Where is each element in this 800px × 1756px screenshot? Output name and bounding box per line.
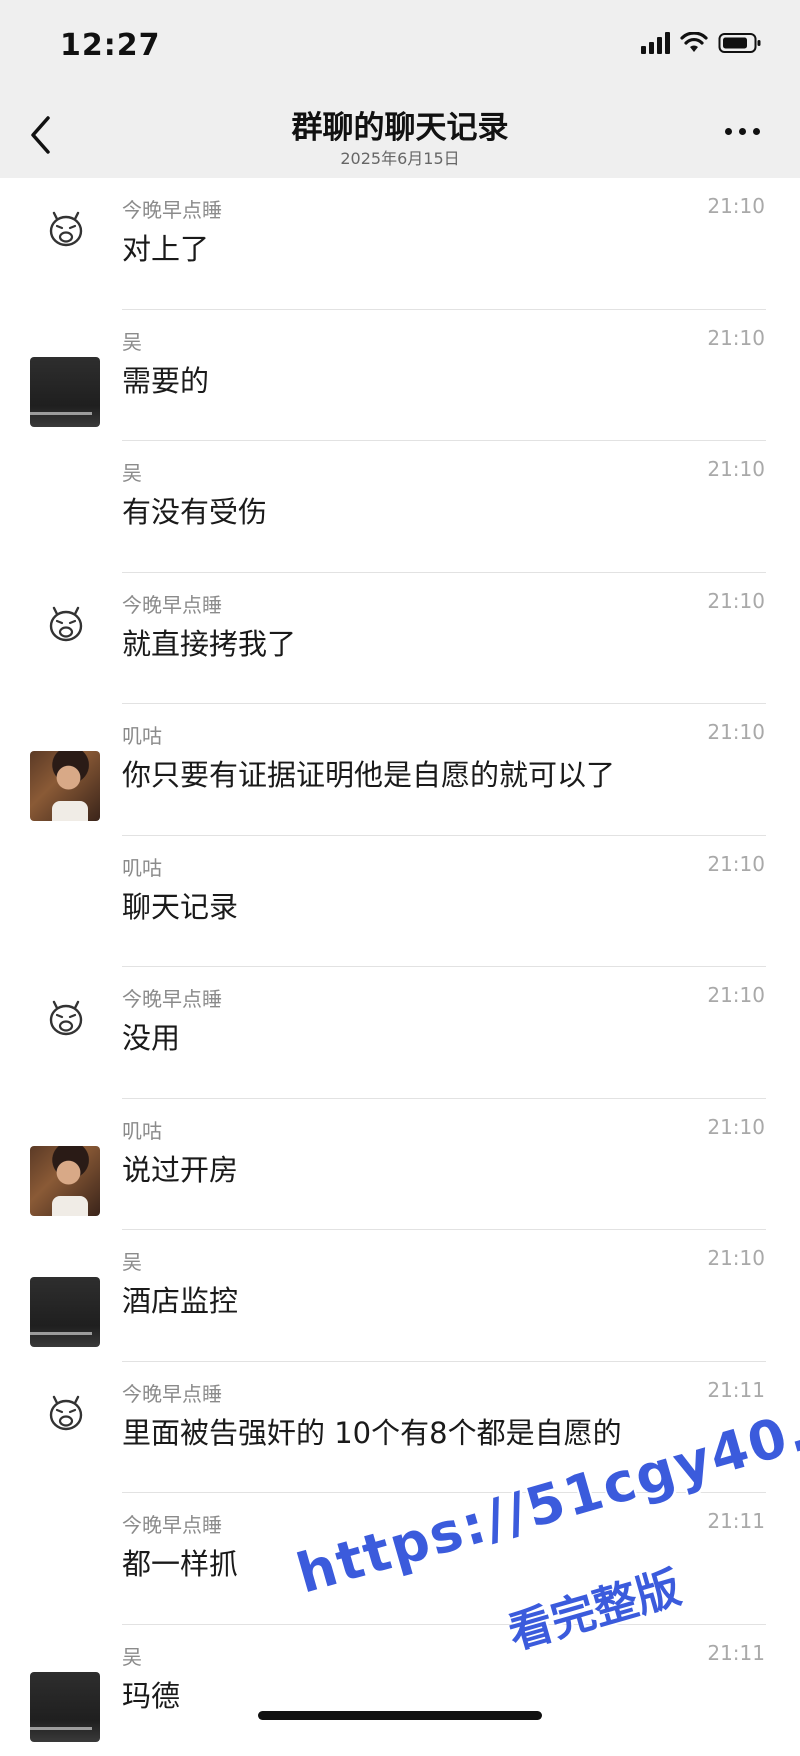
message-text: 需要的 bbox=[122, 358, 209, 400]
sender-name: 今晚早点睡 bbox=[122, 1378, 222, 1407]
message-text: 里面被告强奸的 10个有8个都是自愿的 bbox=[122, 1410, 622, 1452]
message-time: 21:11 bbox=[707, 1378, 765, 1402]
message-row[interactable]: 今晚早点睡 21:10 就直接拷我了 bbox=[0, 573, 800, 705]
message-text: 你只要有证据证明他是自愿的就可以了 bbox=[122, 752, 615, 794]
message-time: 21:11 bbox=[707, 1509, 765, 1533]
top-bar: 12:27 群聊的聊天记录 2025年6月15日 bbox=[0, 0, 800, 178]
mascot-avatar-icon[interactable] bbox=[42, 1388, 90, 1436]
message-text: 就直接拷我了 bbox=[122, 621, 296, 663]
message-row[interactable]: 叽咕 21:10 说过开房 bbox=[0, 1099, 800, 1231]
page-title: 群聊的聊天记录 bbox=[0, 102, 800, 147]
message-text: 聊天记录 bbox=[122, 884, 238, 926]
message-text: 酒店监控 bbox=[122, 1278, 238, 1320]
sender-name: 吴 bbox=[122, 326, 142, 355]
more-button[interactable] bbox=[725, 128, 760, 135]
message-text: 没用 bbox=[122, 1015, 180, 1057]
sender-name: 今晚早点睡 bbox=[122, 1509, 222, 1538]
status-icons bbox=[641, 32, 762, 54]
avatar[interactable] bbox=[30, 1277, 100, 1347]
signal-icon bbox=[641, 32, 670, 54]
message-row[interactable]: 吴 21:11 玛德 bbox=[0, 1625, 800, 1756]
message-row[interactable]: 吴 21:10 有没有受伤 bbox=[0, 441, 800, 573]
sender-name: 吴 bbox=[122, 1641, 142, 1670]
sender-name: 吴 bbox=[122, 457, 142, 486]
home-indicator bbox=[258, 1711, 542, 1720]
avatar[interactable] bbox=[30, 357, 100, 427]
sender-name: 今晚早点睡 bbox=[122, 589, 222, 618]
message-text: 有没有受伤 bbox=[122, 489, 267, 531]
message-time: 21:10 bbox=[707, 457, 765, 481]
wifi-icon bbox=[680, 32, 708, 54]
battery-icon bbox=[718, 32, 762, 54]
status-time: 12:27 bbox=[60, 28, 161, 63]
message-row[interactable]: 吴 21:10 需要的 bbox=[0, 310, 800, 442]
message-row[interactable]: 今晚早点睡 21:10 没用 bbox=[0, 967, 800, 1099]
sender-name: 吴 bbox=[122, 1246, 142, 1275]
message-row[interactable]: 叽咕 21:10 你只要有证据证明他是自愿的就可以了 bbox=[0, 704, 800, 836]
message-text: 玛德 bbox=[122, 1673, 180, 1715]
sender-name: 今晚早点睡 bbox=[122, 983, 222, 1012]
avatar[interactable] bbox=[30, 1672, 100, 1742]
avatar[interactable] bbox=[30, 751, 100, 821]
message-time: 21:10 bbox=[707, 1246, 765, 1270]
message-time: 21:11 bbox=[707, 1641, 765, 1665]
message-row[interactable]: 吴 21:10 酒店监控 bbox=[0, 1230, 800, 1362]
page-subtitle: 2025年6月15日 bbox=[0, 145, 800, 169]
avatar[interactable] bbox=[30, 1146, 100, 1216]
mascot-avatar-icon[interactable] bbox=[42, 599, 90, 647]
message-row[interactable]: 叽咕 21:10 聊天记录 bbox=[0, 836, 800, 968]
message-text: 说过开房 bbox=[122, 1147, 238, 1189]
message-time: 21:10 bbox=[707, 1115, 765, 1139]
message-time: 21:10 bbox=[707, 852, 765, 876]
message-time: 21:10 bbox=[707, 983, 765, 1007]
mascot-avatar-icon[interactable] bbox=[42, 993, 90, 1041]
message-text: 对上了 bbox=[122, 226, 209, 268]
message-row[interactable]: 今晚早点睡 21:10 对上了 bbox=[0, 178, 800, 310]
sender-name: 叽咕 bbox=[122, 720, 162, 749]
message-text: 都一样抓 bbox=[122, 1541, 238, 1583]
message-time: 21:10 bbox=[707, 326, 765, 350]
more-icon bbox=[725, 128, 732, 135]
message-time: 21:10 bbox=[707, 589, 765, 613]
sender-name: 今晚早点睡 bbox=[122, 194, 222, 223]
sender-name: 叽咕 bbox=[122, 852, 162, 881]
message-time: 21:10 bbox=[707, 720, 765, 744]
message-time: 21:10 bbox=[707, 194, 765, 218]
sender-name: 叽咕 bbox=[122, 1115, 162, 1144]
mascot-avatar-icon[interactable] bbox=[42, 204, 90, 252]
